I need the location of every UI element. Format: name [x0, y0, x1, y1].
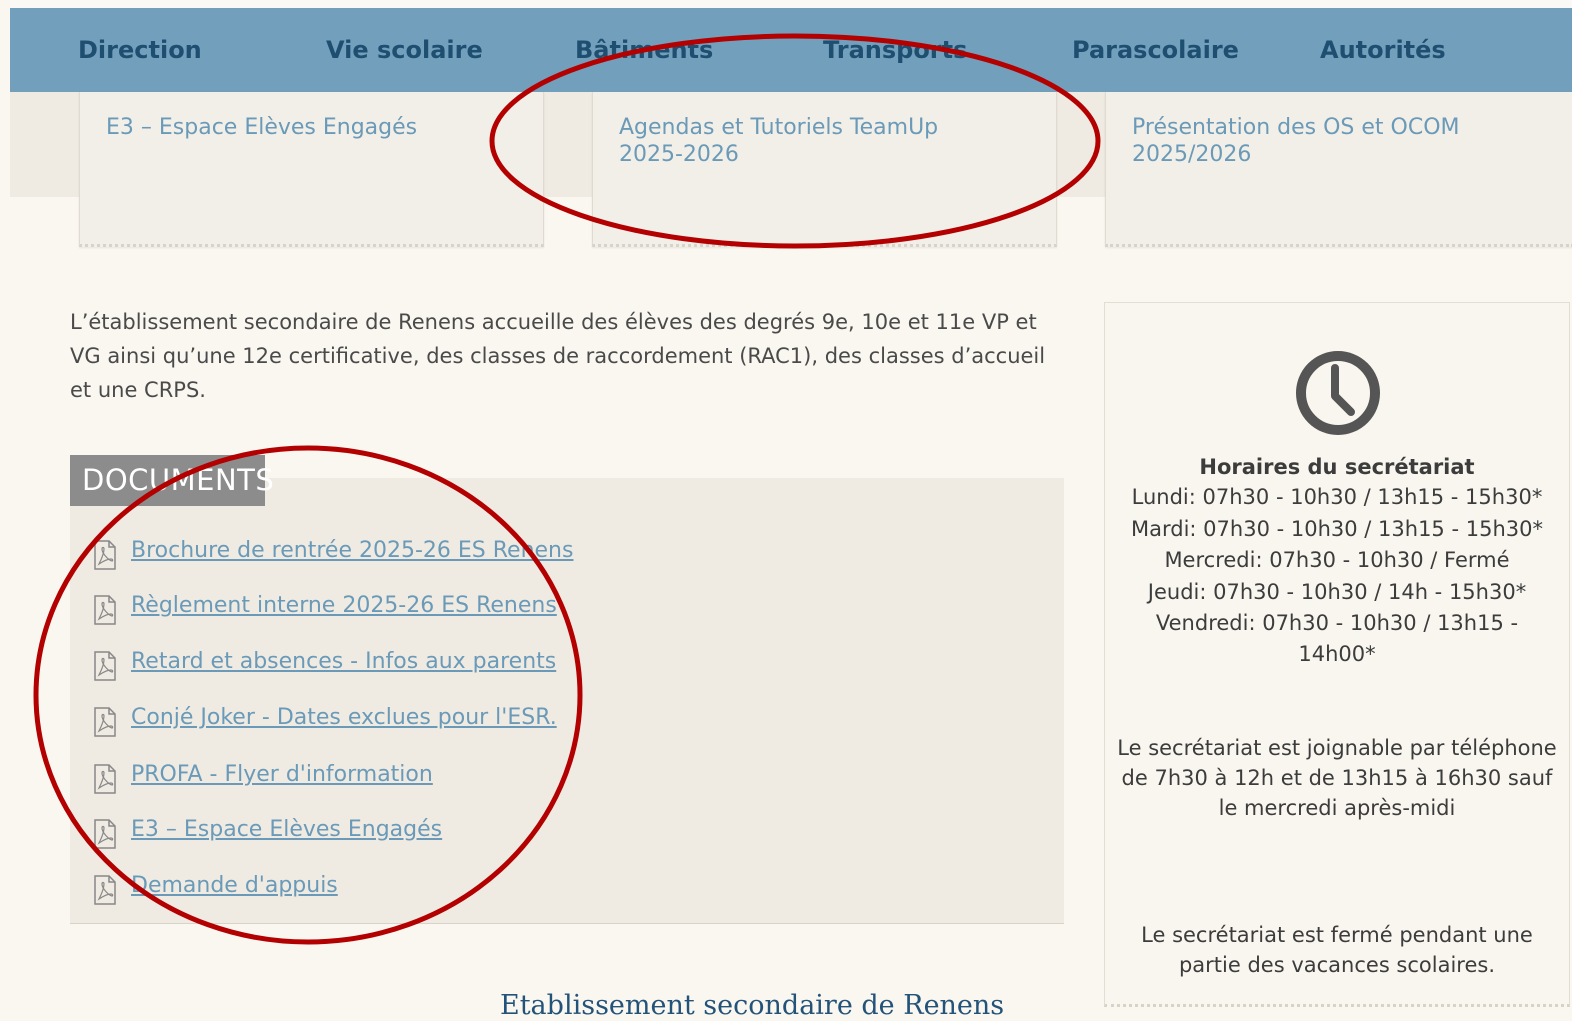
document-link[interactable]: E3 – Espace Elèves Engagés: [131, 815, 442, 845]
hours-line: Jeudi: 07h30 - 10h30 / 14h - 15h30*: [1147, 580, 1527, 604]
intro-text: L’établissement secondaire de Renens acc…: [70, 310, 1046, 402]
nav-item-direction[interactable]: Direction: [78, 36, 202, 64]
pdf-icon: [94, 595, 116, 625]
pdf-icon: [94, 651, 116, 681]
hours-line: 14h00*: [1298, 642, 1376, 666]
pdf-icon: [94, 707, 116, 737]
hours-line: Mercredi: 07h30 - 10h30 / Fermé: [1164, 548, 1510, 572]
hours-line: Mardi: 07h30 - 10h30 / 13h15 - 15h30*: [1131, 517, 1543, 541]
document-link[interactable]: Conjé Joker - Dates exclues pour l'ESR.: [131, 703, 557, 733]
main-navigation: Direction Vie scolaire Bâtiments Transpo…: [10, 8, 1572, 92]
nav-item-transports[interactable]: Transports: [823, 36, 967, 64]
hours-line: Vendredi: 07h30 - 10h30 / 13h15 -: [1155, 611, 1519, 635]
document-link[interactable]: Brochure de rentrée 2025-26 ES Renens: [131, 536, 573, 566]
card-e3[interactable]: E3 – Espace Elèves Engagés: [79, 92, 544, 247]
card-e3-link[interactable]: E3 – Espace Elèves Engagés: [106, 114, 417, 141]
pdf-icon: [94, 875, 116, 905]
pdf-icon: [94, 819, 116, 849]
document-link[interactable]: PROFA - Flyer d'information: [131, 760, 433, 790]
document-link[interactable]: Règlement interne 2025-26 ES Renens: [131, 591, 557, 621]
nav-item-batiments[interactable]: Bâtiments: [575, 36, 713, 64]
card-agendas-link[interactable]: Agendas et Tutoriels TeamUp 2025-2026: [619, 114, 999, 168]
footer-title: Etablissement secondaire de Renens: [500, 990, 1005, 1021]
document-link[interactable]: Demande d'appuis: [131, 871, 338, 901]
nav-item-autorites[interactable]: Autorités: [1320, 36, 1446, 64]
pdf-icon: [94, 540, 116, 570]
hours-title: Horaires du secrétariat: [1199, 455, 1475, 479]
nav-item-vie-scolaire[interactable]: Vie scolaire: [326, 36, 483, 64]
hours-line: Lundi: 07h30 - 10h30 / 13h15 - 15h30*: [1131, 485, 1543, 509]
card-os-ocom-link[interactable]: Présentation des OS et OCOM 2025/2026: [1132, 114, 1512, 168]
closed-info: Le secrétariat est fermé pendant une par…: [1141, 923, 1533, 977]
card-os-ocom[interactable]: Présentation des OS et OCOM 2025/2026: [1105, 92, 1572, 247]
documents-heading: DOCUMENTS: [70, 455, 274, 506]
clock-icon: [1296, 351, 1380, 435]
card-agendas[interactable]: Agendas et Tutoriels TeamUp 2025-2026: [592, 92, 1057, 247]
document-link[interactable]: Retard et absences - Infos aux parents: [131, 647, 556, 677]
pdf-icon: [94, 764, 116, 794]
phone-info: Le secrétariat est joignable par télépho…: [1117, 736, 1557, 820]
nav-item-parascolaire[interactable]: Parascolaire: [1072, 36, 1239, 64]
